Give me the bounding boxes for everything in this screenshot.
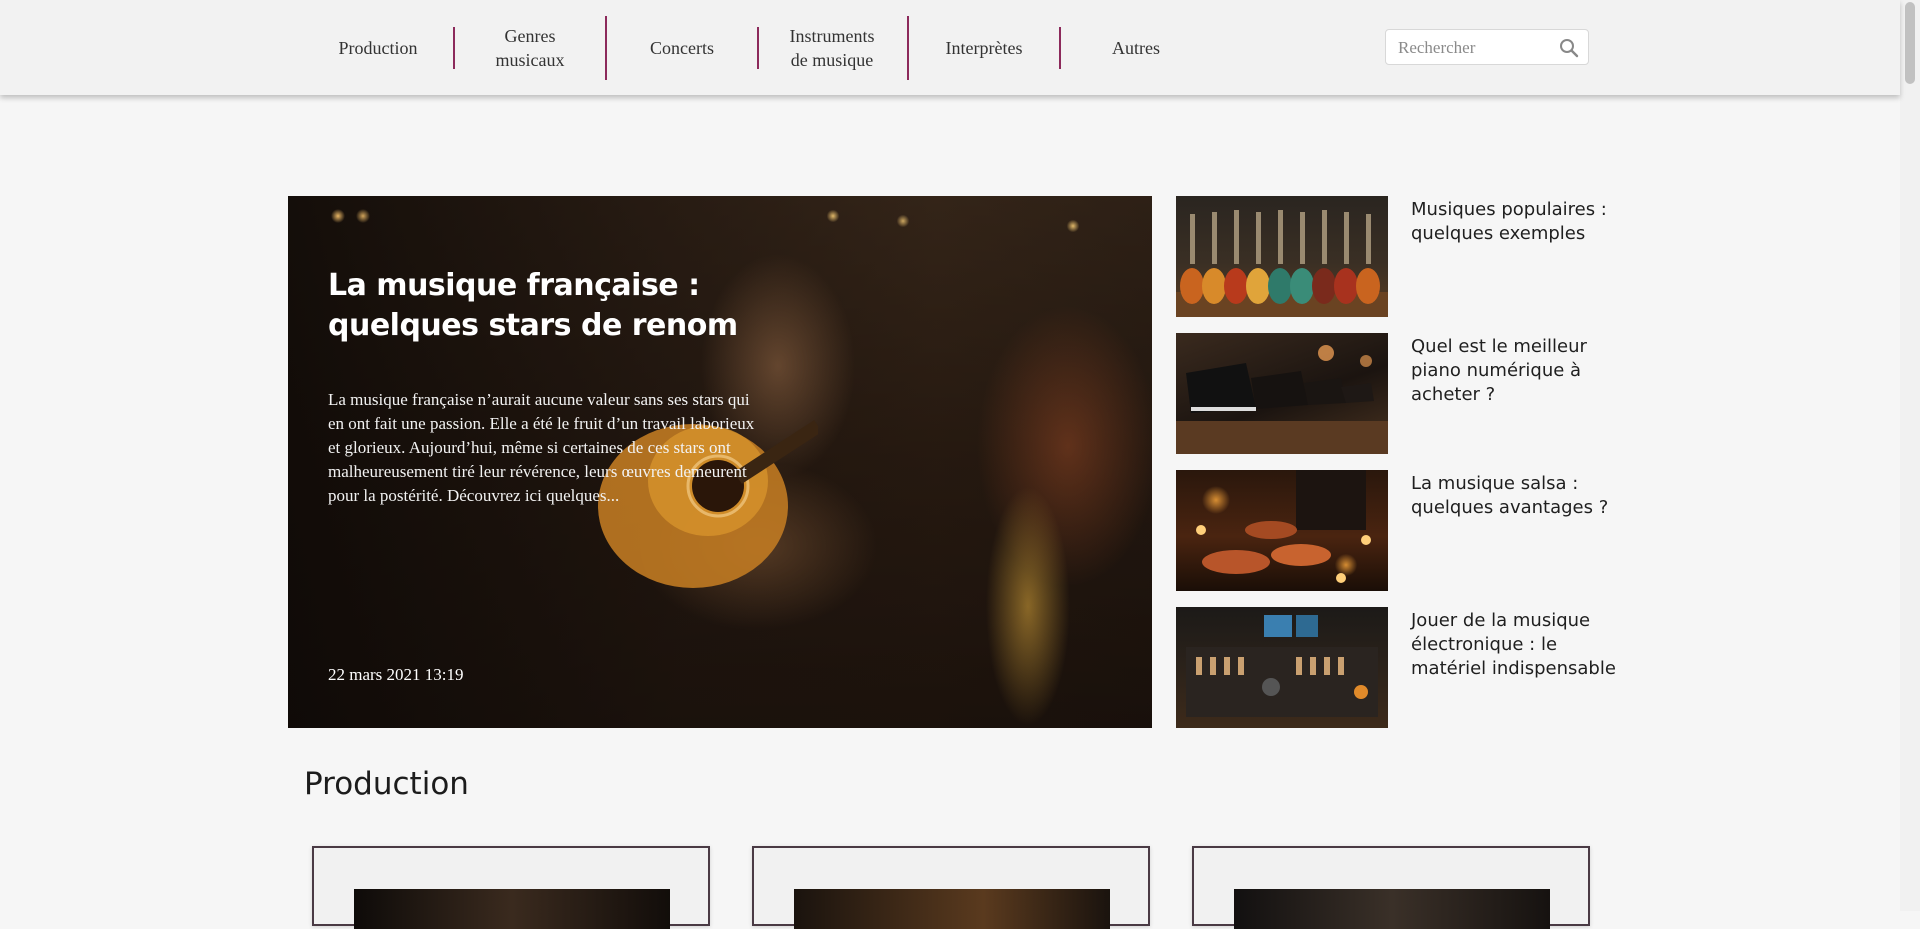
hero-date: 22 mars 2021 13:19	[328, 665, 464, 684]
article-thumbnail[interactable]	[1176, 196, 1388, 317]
nav-label: Concerts	[650, 37, 714, 58]
nav-label: Autres	[1112, 37, 1160, 58]
page-scrollbar[interactable]	[1900, 0, 1920, 911]
side-article-title[interactable]: Musiques populaires : quelques exemples	[1411, 198, 1626, 246]
guitars-image	[1176, 210, 1388, 317]
side-article[interactable]: Musiques populaires : quelques exemples	[1176, 196, 1626, 317]
card-image[interactable]	[794, 889, 1110, 929]
hero-excerpt: La musique française n’aurait aucune val…	[328, 390, 755, 505]
nav-label: Genres	[504, 25, 556, 46]
pianos-image	[1176, 345, 1388, 454]
nav-label: Production	[338, 37, 418, 58]
side-article[interactable]: Quel est le meilleur piano numérique à a…	[1176, 333, 1626, 454]
mixer-image	[1186, 615, 1378, 717]
article-thumbnail[interactable]	[1176, 470, 1388, 591]
nav-label-line2: musicaux	[495, 49, 565, 70]
side-article-title[interactable]: La musique salsa : quelques avantages ?	[1411, 472, 1626, 520]
side-article-title[interactable]: Quel est le meilleur piano numérique à a…	[1411, 335, 1626, 407]
card-image[interactable]	[1234, 889, 1550, 929]
nav-item-autres[interactable]: Autres	[1061, 0, 1211, 95]
search-input[interactable]	[1396, 30, 1560, 66]
nav-item-genres-musicaux[interactable]: Genres musicaux	[455, 0, 605, 95]
hero-title[interactable]: La musique française : quelques stars de…	[328, 266, 758, 346]
nav-item-concerts[interactable]: Concerts	[607, 0, 757, 95]
search-icon[interactable]	[1559, 38, 1579, 58]
article-card[interactable]	[752, 846, 1150, 929]
article-thumbnail[interactable]	[1176, 333, 1388, 454]
nav-item-instruments[interactable]: Instruments de musique	[757, 0, 907, 95]
search-box	[1385, 29, 1589, 66]
article-card[interactable]	[1192, 846, 1590, 929]
card-image[interactable]	[354, 889, 670, 929]
nav-label-line2: de musique	[790, 49, 874, 70]
salsa-image	[1196, 470, 1371, 583]
nav-label: Instruments	[789, 25, 875, 46]
side-article-title[interactable]: Jouer de la musique électronique : le ma…	[1411, 609, 1626, 681]
section-title: Production	[304, 766, 469, 802]
nav-label: Interprètes	[945, 37, 1023, 58]
side-article[interactable]: Jouer de la musique électronique : le ma…	[1176, 607, 1626, 728]
side-article[interactable]: La musique salsa : quelques avantages ?	[1176, 470, 1626, 591]
article-thumbnail[interactable]	[1176, 607, 1388, 728]
scrollbar-thumb[interactable]	[1905, 2, 1915, 84]
nav-item-interpretes[interactable]: Interprètes	[909, 0, 1059, 95]
site-header: Production Genres musicaux Concerts Instr…	[0, 0, 1900, 95]
nav-item-production[interactable]: Production	[303, 0, 453, 95]
article-card[interactable]	[312, 846, 710, 929]
hero-article[interactable]: La musique française : quelques stars de…	[288, 196, 1152, 728]
